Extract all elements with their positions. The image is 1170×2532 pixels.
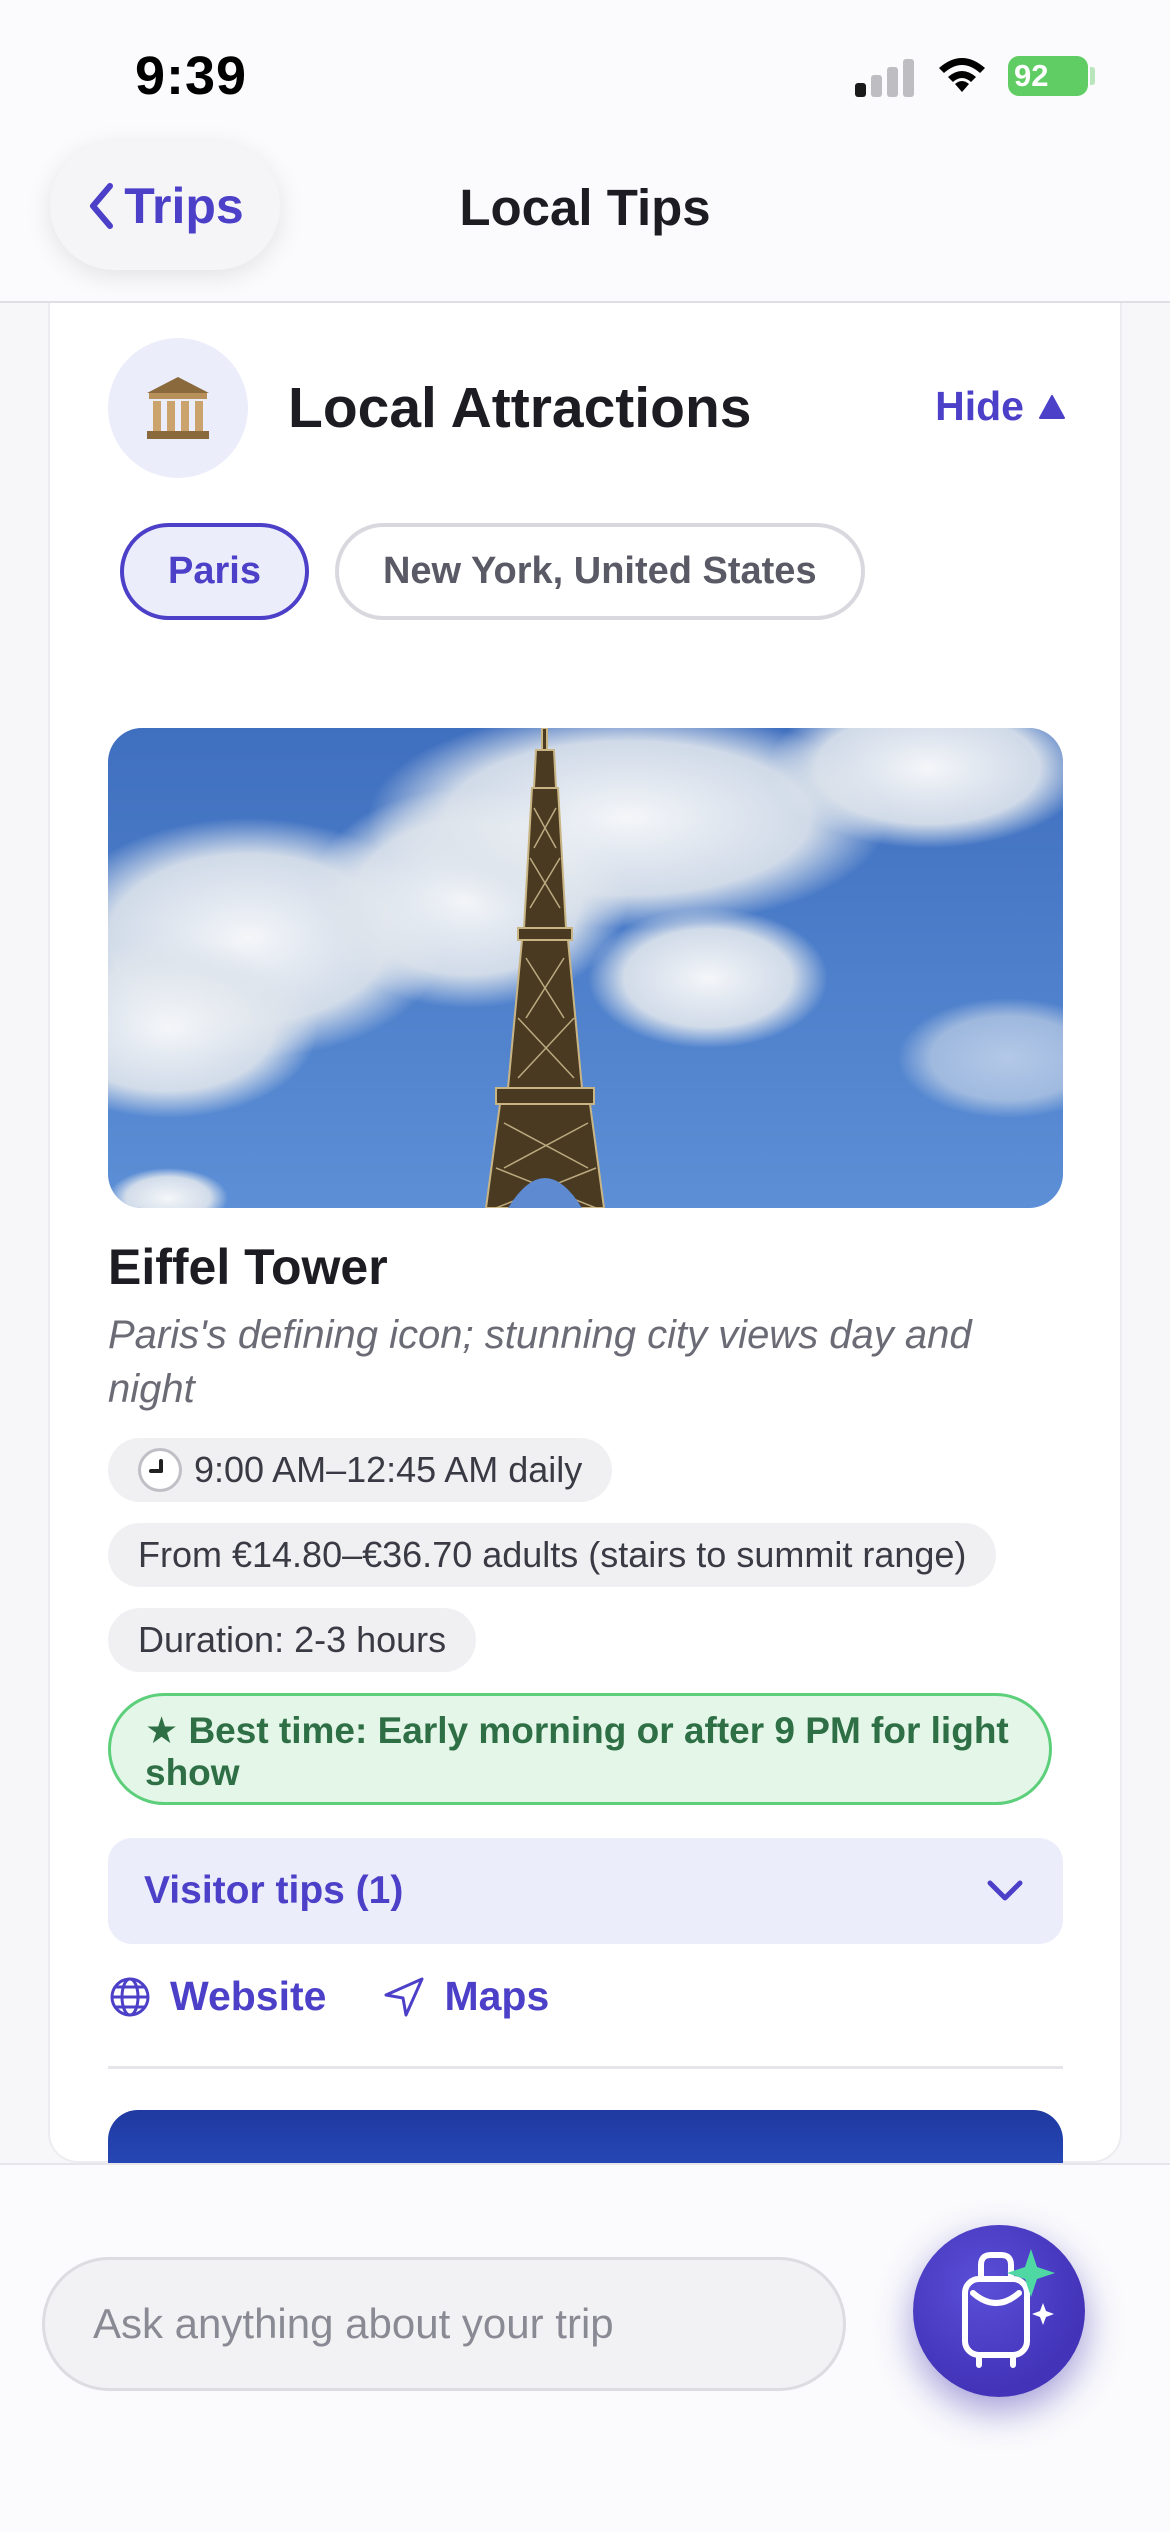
back-button-label: Trips — [124, 178, 244, 234]
divider — [108, 2066, 1063, 2069]
wifi-icon — [939, 58, 985, 92]
city-filter-chips: Paris New York, United States — [120, 523, 865, 620]
attraction-photo — [108, 728, 1063, 1208]
website-link-label: Website — [170, 1973, 327, 2019]
section-header: Local Attractions Hide — [108, 338, 1066, 478]
visitor-tips-label: Visitor tips (1) — [144, 1869, 404, 1912]
ask-input[interactable] — [42, 2257, 846, 2391]
status-bar: 9:39 92 — [0, 0, 1170, 140]
hours-text: 9:00 AM–12:45 AM daily — [194, 1449, 583, 1490]
hide-button-label: Hide — [935, 383, 1024, 429]
chat-bar — [0, 2163, 1170, 2532]
attraction-name: Eiffel Tower — [108, 1239, 388, 1295]
navigation-arrow-icon — [384, 1977, 424, 2016]
battery-tip — [1090, 67, 1095, 85]
duration-badge: Duration: 2-3 hours — [108, 1608, 477, 1672]
next-attraction-photo — [108, 2110, 1063, 2170]
maps-link-label: Maps — [444, 1973, 550, 2019]
chip-new-york[interactable]: New York, United States — [334, 523, 865, 620]
sparkle-luggage-icon — [962, 2249, 1055, 2368]
cellular-signal-icon — [855, 57, 915, 97]
battery-level: 92 — [1014, 58, 1049, 93]
visitor-tips-expander[interactable]: Visitor tips (1) — [108, 1838, 1063, 1944]
attraction-description: Paris's defining icon; stunning city vie… — [108, 1313, 972, 1411]
page: 9:39 92 Trips Local Tips Local Attractio… — [0, 0, 1170, 2532]
battery-icon: 92 — [1008, 56, 1088, 96]
globe-icon — [110, 1977, 150, 2016]
hide-button[interactable]: Hide — [935, 383, 1066, 430]
attraction-links: Website Maps — [108, 1973, 549, 2020]
hours-badge: 9:00 AM–12:45 AM daily — [108, 1438, 613, 1502]
section-title: Local Attractions — [288, 376, 752, 440]
navigation-bar: Trips Local Tips — [0, 140, 1170, 303]
price-badge: From €14.80–€36.70 adults (stairs to sum… — [108, 1523, 997, 1587]
back-button[interactable]: Trips — [50, 142, 280, 270]
maps-link[interactable]: Maps — [382, 1973, 549, 2020]
local-attractions-card: Local Attractions Hide Paris New York, U… — [48, 303, 1122, 2170]
website-link[interactable]: Website — [108, 1973, 326, 2020]
clock-icon — [138, 1448, 182, 1492]
classical-building-icon — [108, 338, 248, 478]
chevron-down-icon — [987, 1880, 1023, 1901]
chip-paris[interactable]: Paris — [120, 523, 309, 620]
trip-assistant-button[interactable] — [913, 2225, 1085, 2397]
triangle-up-icon — [1039, 394, 1065, 419]
status-time: 9:39 — [135, 46, 248, 106]
chevron-left-icon — [90, 183, 114, 229]
best-time-badge: ★ Best time: Early morning or after 9 PM… — [108, 1693, 1052, 1805]
